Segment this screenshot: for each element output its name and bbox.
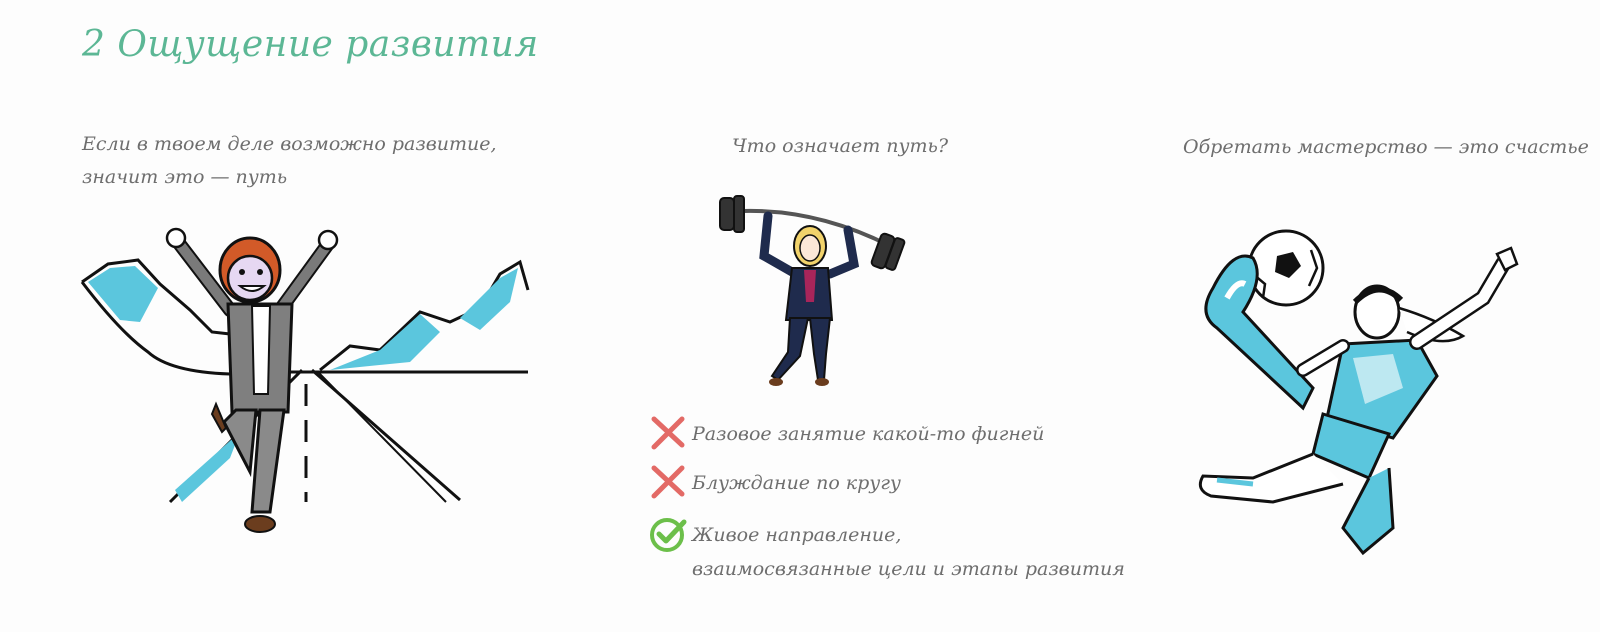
weightlifter-woman xyxy=(759,211,860,386)
green-check-icon xyxy=(650,518,687,552)
red-cross-icon xyxy=(651,465,685,499)
soccer-player-illustration xyxy=(1198,229,1519,556)
checklist-item-1-line-1: Разовое занятие какой-то фигней xyxy=(692,423,1045,445)
caption-left: Если в твоем деле возможно развитие, зна… xyxy=(82,128,497,194)
soccer-ball xyxy=(1247,229,1325,307)
red-cross-icon xyxy=(651,416,685,450)
caption-right: Обретать мастерство — это счастье xyxy=(1183,131,1589,164)
checklist-item-2-line-1: Блуждание по кругу xyxy=(692,472,901,494)
caption-left-line-2: значит это — путь xyxy=(82,166,288,188)
caption-middle-line-1: Что означает путь? xyxy=(732,135,949,157)
checklist-item-3-line-1: Живое направление, xyxy=(692,524,902,546)
caption-middle: Что означает путь? xyxy=(732,130,948,163)
soccer-player xyxy=(1198,246,1519,556)
businessman-road-illustration xyxy=(80,227,530,533)
checklist-item-2-text: Блуждание по кругу xyxy=(692,466,901,500)
checklist-item-1-text: Разовое занятие какой-то фигней xyxy=(692,417,1044,451)
checklist-item-3-line-2: взаимосвязанные цели и этапы развития xyxy=(692,558,1125,580)
weightlifter-illustration xyxy=(719,195,906,386)
checklist-item-3-text: Живое направление, взаимосвязанные цели … xyxy=(692,518,1125,586)
caption-right-line-1: Обретать мастерство — это счастье xyxy=(1183,136,1589,158)
road xyxy=(168,368,461,504)
caption-left-line-1: Если в твоем деле возможно развитие, xyxy=(82,133,497,155)
page-title: 2 Ощущение развития xyxy=(82,24,539,65)
